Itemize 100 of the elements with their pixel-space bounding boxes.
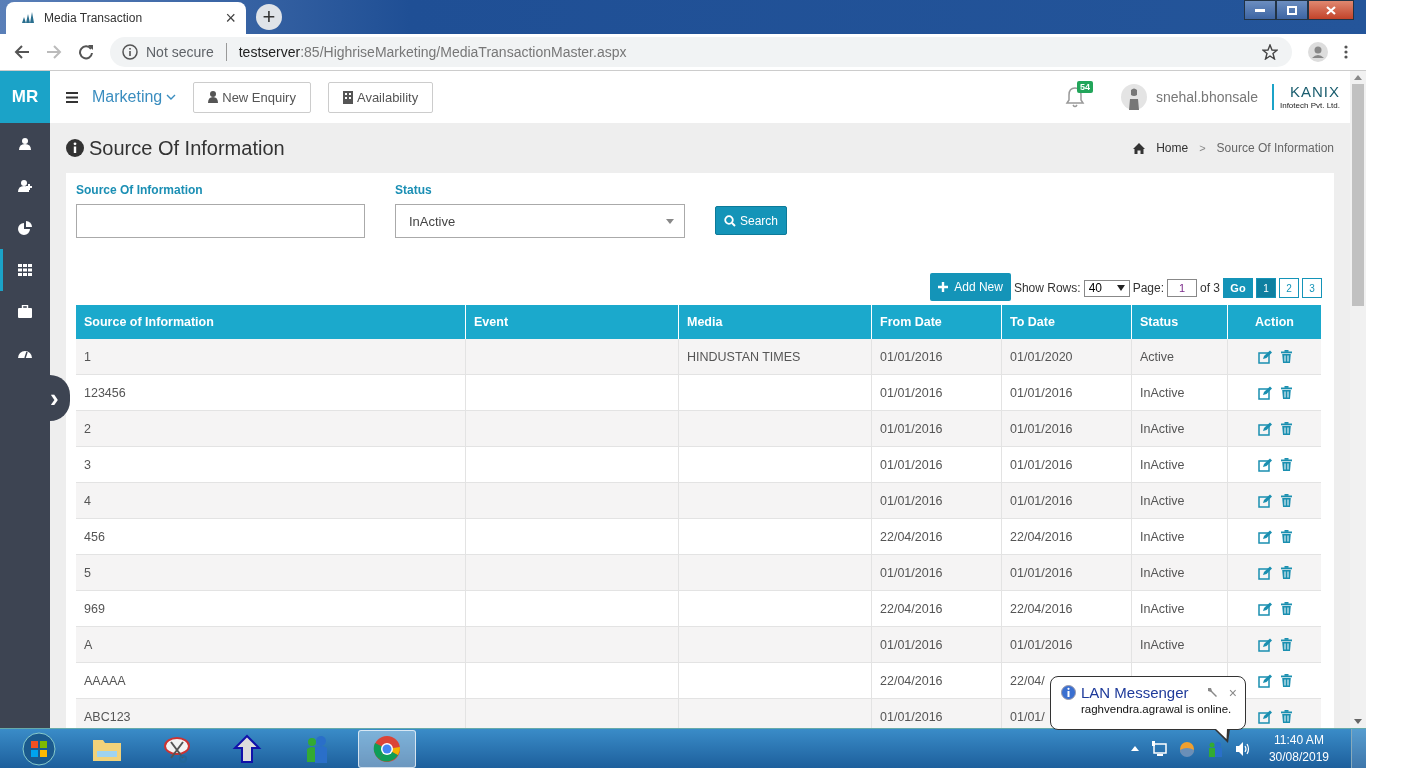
table-cell: InActive <box>1140 565 1185 580</box>
sun-icon[interactable] <box>1178 740 1195 757</box>
table-cell: 01/01/2016 <box>880 421 943 436</box>
edit-icon[interactable] <box>1257 637 1273 652</box>
delete-icon[interactable] <box>1280 458 1292 471</box>
search-button[interactable]: Search <box>715 206 788 235</box>
delete-icon[interactable] <box>1280 530 1292 543</box>
edit-icon[interactable] <box>1257 601 1273 616</box>
add-new-button[interactable]: Add New <box>930 273 1011 301</box>
menu-icon[interactable] <box>66 91 78 103</box>
edit-icon[interactable] <box>1257 673 1273 688</box>
briefcase-icon <box>18 305 32 319</box>
menu-icon[interactable] <box>1344 45 1348 59</box>
delete-icon[interactable] <box>1280 386 1292 399</box>
table-cell: 1 <box>84 349 91 364</box>
edit-icon[interactable] <box>1257 565 1273 580</box>
delete-icon[interactable] <box>1280 710 1292 723</box>
table-cell: 22/04/2016 <box>880 529 943 544</box>
page-label: Page: <box>1132 281 1164 295</box>
availability-button[interactable]: Availability <box>327 81 434 113</box>
scrollbar[interactable] <box>1350 71 1366 728</box>
user-name[interactable]: snehal.bhonsale <box>1155 89 1258 105</box>
volume-icon[interactable] <box>1234 740 1251 757</box>
reload-icon[interactable] <box>78 44 94 60</box>
status-dropdown[interactable]: InActive <box>395 204 685 238</box>
grid-icon <box>18 263 32 277</box>
caret-icon <box>666 218 674 224</box>
table-cell: 01/01/2016 <box>880 709 943 724</box>
user-icon <box>18 137 32 151</box>
forward-icon[interactable] <box>46 44 62 60</box>
scroll-down-icon[interactable] <box>1354 719 1362 724</box>
back-icon[interactable] <box>14 44 30 60</box>
delete-icon[interactable] <box>1280 566 1292 579</box>
delete-icon[interactable] <box>1280 638 1292 651</box>
delete-icon[interactable] <box>1280 494 1292 507</box>
edit-icon[interactable] <box>1257 349 1273 364</box>
table-cell: 22/04/ <box>1010 673 1045 688</box>
field-label: Status <box>395 183 433 197</box>
field-label: Source Of Information <box>76 183 204 197</box>
table-cell: 3 <box>84 457 91 472</box>
minimize-button[interactable] <box>1244 0 1276 20</box>
close-icon <box>1326 5 1336 15</box>
popup-title: LAN Messenger <box>1081 684 1189 701</box>
edit-icon[interactable] <box>1257 529 1273 544</box>
table-cell: 01/01/2016 <box>880 385 943 400</box>
page-input-field[interactable]: 1 <box>1167 279 1197 297</box>
edit-icon[interactable] <box>1257 385 1273 400</box>
clock[interactable]: 11:40 AM 30/08/2019 <box>1268 731 1329 766</box>
breadcrumb-link[interactable]: Home <box>1156 141 1189 155</box>
table-cell: 4 <box>84 493 91 508</box>
table-cell: InActive <box>1140 457 1185 472</box>
table-cell: 01/01/2016 <box>880 457 943 472</box>
add-user-icon <box>18 179 32 193</box>
source-input-field[interactable] <box>76 204 365 238</box>
edit-icon[interactable] <box>1257 493 1273 508</box>
network-icon[interactable] <box>1150 740 1167 757</box>
close-button[interactable] <box>1308 0 1354 20</box>
edit-icon[interactable] <box>1257 457 1273 472</box>
address-field[interactable]: Not secure testserver:85/HighriseMarketing/MediaTransactionMaster.aspx <box>110 37 1292 67</box>
up-arrow-icon <box>231 733 263 764</box>
table-cell: 01/01/2016 <box>1010 457 1073 472</box>
caret-icon <box>1116 285 1125 291</box>
page-button[interactable]: 1 <box>1256 278 1276 298</box>
new-tab-button[interactable]: + <box>256 4 282 30</box>
avatar-icon[interactable] <box>1120 84 1147 110</box>
page-button[interactable]: 3 <box>1302 278 1322 298</box>
module-dropdown[interactable]: Marketing <box>92 88 177 106</box>
browser-tab[interactable]: Media Transaction × <box>6 2 246 34</box>
scroll-up-icon[interactable] <box>1354 75 1362 80</box>
table-cell: InActive <box>1140 529 1185 544</box>
table-cell: InActive <box>1140 385 1185 400</box>
star-icon[interactable] <box>1262 44 1278 60</box>
wrench-icon[interactable] <box>1206 687 1218 698</box>
maximize-button[interactable] <box>1276 0 1308 20</box>
delete-icon[interactable] <box>1280 422 1292 435</box>
rows-label: Show Rows: <box>1013 281 1081 295</box>
home-icon <box>1133 142 1146 154</box>
table-cell: 01/01/2016 <box>1010 385 1073 400</box>
close-icon[interactable]: × <box>1228 684 1237 701</box>
close-icon[interactable]: × <box>225 7 236 29</box>
go-button[interactable]: Go <box>1223 278 1253 298</box>
delete-icon[interactable] <box>1280 602 1292 615</box>
new-enquiry-button[interactable]: New Enquiry <box>193 81 311 113</box>
delete-icon[interactable] <box>1280 350 1292 363</box>
chevron-down-icon <box>166 94 177 100</box>
tab-title: Media Transaction <box>44 11 144 25</box>
table-cell: A <box>84 637 93 652</box>
page-button[interactable]: 2 <box>1279 278 1299 298</box>
table-cell: AAAAA <box>84 673 126 688</box>
edit-icon[interactable] <box>1257 421 1273 436</box>
delete-icon[interactable] <box>1280 674 1292 687</box>
table-cell: 22/04/2016 <box>1010 529 1073 544</box>
start-button[interactable] <box>22 731 56 766</box>
profile-icon[interactable] <box>1308 42 1328 62</box>
table-cell: 01/01/2016 <box>880 637 943 652</box>
tray-arrow-icon[interactable] <box>1130 746 1139 751</box>
rows-dropdown[interactable]: 40 <box>1083 279 1130 297</box>
table-cell: InActive <box>1140 601 1185 616</box>
table-cell: 01/01/2016 <box>880 349 943 364</box>
edit-icon[interactable] <box>1257 709 1273 724</box>
